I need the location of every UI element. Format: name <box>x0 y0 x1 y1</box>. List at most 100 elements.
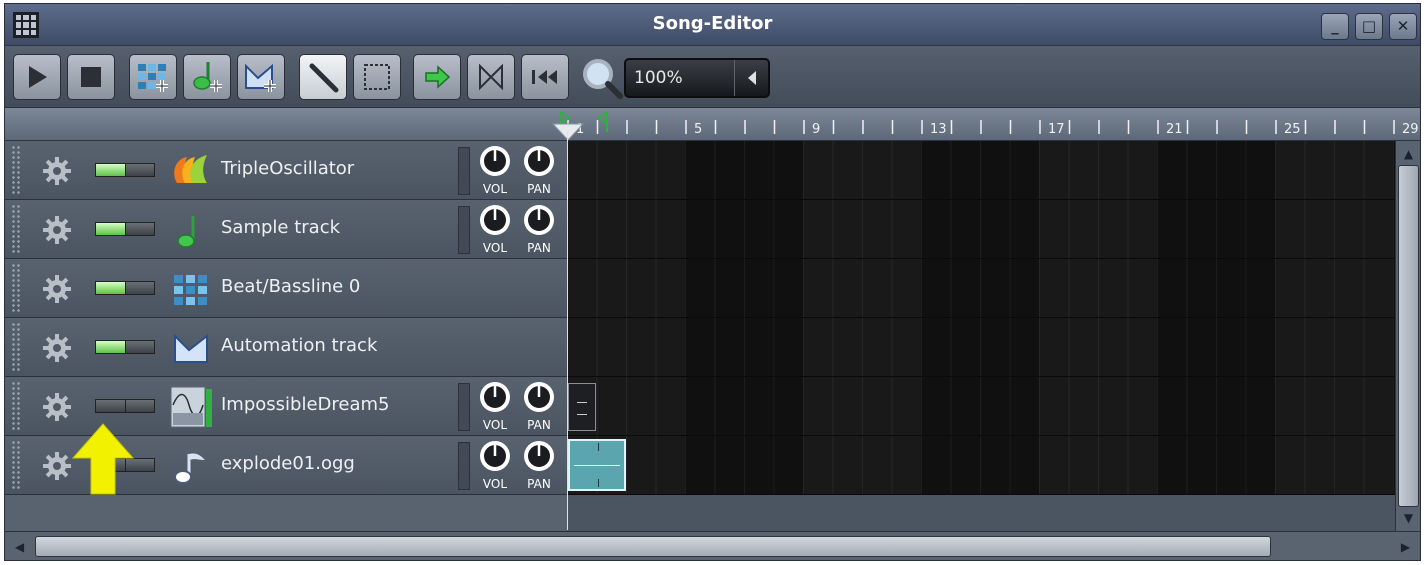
track-row[interactable]: Automation track <box>5 318 1395 377</box>
toolbar: 100% <box>5 46 1420 108</box>
volume-knob[interactable]: VOL <box>477 440 513 492</box>
edit-mode-button[interactable] <box>353 54 401 100</box>
mute-solo-toggle[interactable] <box>95 340 155 354</box>
track-name[interactable]: Automation track <box>221 335 377 356</box>
timeline-ruler: 1 5 9 13 17 21 25 29 <box>551 111 1419 141</box>
gear-icon[interactable] <box>41 273 73 305</box>
track-drag-handle[interactable] <box>11 204 21 254</box>
plugin-waveform-icon[interactable] <box>169 385 213 429</box>
pan-knob[interactable]: PAN <box>521 440 557 492</box>
volume-knob[interactable]: VOL <box>477 204 513 256</box>
track-drag-handle[interactable] <box>11 145 21 195</box>
stop-return-button[interactable] <box>521 54 569 100</box>
vertical-scroll-thumb[interactable] <box>1398 165 1419 507</box>
ruler-bar-label: 29 <box>1402 122 1419 137</box>
add-sample-track-button[interactable] <box>183 54 231 100</box>
stop-button[interactable] <box>67 54 115 100</box>
track-pattern-area[interactable] <box>567 377 1395 436</box>
add-beat-bassline-button[interactable] <box>129 54 177 100</box>
volume-knob[interactable]: VOL <box>477 145 513 197</box>
sample-clip[interactable] <box>568 439 626 491</box>
maximize-button[interactable]: □ <box>1355 13 1383 40</box>
track-name[interactable]: ImpossibleDream5 <box>221 394 390 415</box>
pan-knob[interactable]: PAN <box>521 204 557 256</box>
playhead-line <box>567 132 568 530</box>
gear-icon[interactable] <box>41 450 73 482</box>
volume-knob[interactable]: VOL <box>477 381 513 433</box>
zoom-combobox[interactable]: 100% <box>624 58 770 98</box>
zoom-icon <box>583 59 623 99</box>
pan-label: PAN <box>527 182 551 196</box>
track-row[interactable]: TripleOscillator VOL PAN <box>5 141 1395 200</box>
track-name[interactable]: explode01.ogg <box>221 453 355 474</box>
close-button[interactable]: ✕ <box>1389 13 1417 40</box>
gear-icon[interactable] <box>41 332 73 364</box>
add-sample-track-icon <box>193 62 222 92</box>
track-header[interactable]: Sample track VOL PAN <box>5 200 567 259</box>
mute-solo-toggle[interactable] <box>95 399 155 413</box>
ruler-bar-label: 9 <box>812 122 820 137</box>
track-meter <box>458 383 470 431</box>
track-row[interactable]: Sample track VOL PAN <box>5 200 1395 259</box>
auto-scroll-button[interactable] <box>413 54 461 100</box>
audio-file-icon[interactable] <box>169 444 213 488</box>
track-name[interactable]: Sample track <box>221 217 340 238</box>
title-bar[interactable]: Song-Editor _ □ ✕ <box>5 4 1420 46</box>
track-row[interactable]: Beat/Bassline 0 <box>5 259 1395 318</box>
track-meter <box>458 442 470 490</box>
track-pattern-area[interactable] <box>567 141 1395 200</box>
track-pattern-area[interactable] <box>567 259 1395 318</box>
track-drag-handle[interactable] <box>11 440 21 490</box>
sample-note-icon[interactable] <box>169 208 213 252</box>
track-pattern-area[interactable] <box>567 200 1395 259</box>
minimize-button[interactable]: _ <box>1321 13 1349 40</box>
pattern-empty-area <box>567 495 1395 531</box>
ruler-bar-label: 21 <box>1166 122 1183 137</box>
track-row[interactable]: explode01.ogg VOL PAN <box>5 436 1395 495</box>
mute-solo-toggle[interactable] <box>95 281 155 295</box>
track-name[interactable]: Beat/Bassline 0 <box>221 276 360 297</box>
play-button[interactable] <box>13 54 61 100</box>
annotation-arrow-icon <box>71 423 135 495</box>
scroll-left-arrow[interactable]: ◀ <box>7 536 32 558</box>
zoom-value: 100% <box>634 68 683 88</box>
horizontal-scroll-thumb[interactable] <box>35 536 1271 557</box>
scroll-up-arrow[interactable]: ▲ <box>1396 143 1420 165</box>
track-header[interactable]: Beat/Bassline 0 <box>5 259 567 318</box>
song-editor-window: Song-Editor _ □ ✕ 100% 1 5 9 13 17 21 25… <box>4 3 1421 561</box>
pattern-clip[interactable] <box>568 383 596 431</box>
automation-icon[interactable] <box>169 326 213 370</box>
track-meter <box>458 206 470 254</box>
track-drag-handle[interactable] <box>11 263 21 313</box>
pan-knob[interactable]: PAN <box>521 145 557 197</box>
track-drag-handle[interactable] <box>11 322 21 372</box>
track-header[interactable]: Automation track <box>5 318 567 377</box>
track-pattern-area[interactable] <box>567 436 1395 495</box>
vol-label: VOL <box>482 477 508 491</box>
track-name[interactable]: TripleOscillator <box>221 158 354 179</box>
loop-points-button[interactable] <box>467 54 515 100</box>
triple-oscillator-icon[interactable] <box>169 149 213 193</box>
vertical-scrollbar[interactable]: ▲ ▼ <box>1395 141 1420 531</box>
add-automation-track-button[interactable] <box>237 54 285 100</box>
mute-solo-toggle[interactable] <box>95 222 155 236</box>
track-pattern-area[interactable] <box>567 318 1395 377</box>
vol-label: VOL <box>482 182 508 196</box>
timeline[interactable]: 1 5 9 13 17 21 25 29 <box>5 108 1420 141</box>
track-row[interactable]: ImpossibleDream5 VOL PAN <box>5 377 1395 436</box>
mute-solo-toggle[interactable] <box>95 163 155 177</box>
scroll-right-arrow[interactable]: ▶ <box>1393 536 1418 558</box>
gear-icon[interactable] <box>41 391 73 423</box>
zoom-dropdown-arrow[interactable] <box>734 60 768 96</box>
draw-mode-icon <box>309 63 339 93</box>
gear-icon[interactable] <box>41 214 73 246</box>
scroll-down-arrow[interactable]: ▼ <box>1396 507 1420 529</box>
pan-knob[interactable]: PAN <box>521 381 557 433</box>
horizontal-scrollbar[interactable]: ◀ ▶ <box>5 531 1420 560</box>
add-beat-bassline-icon <box>138 64 168 92</box>
track-header[interactable]: TripleOscillator VOL PAN <box>5 141 567 200</box>
draw-mode-button[interactable] <box>299 54 347 100</box>
beat-bassline-icon[interactable] <box>169 267 213 311</box>
track-drag-handle[interactable] <box>11 381 21 431</box>
gear-icon[interactable] <box>41 155 73 187</box>
